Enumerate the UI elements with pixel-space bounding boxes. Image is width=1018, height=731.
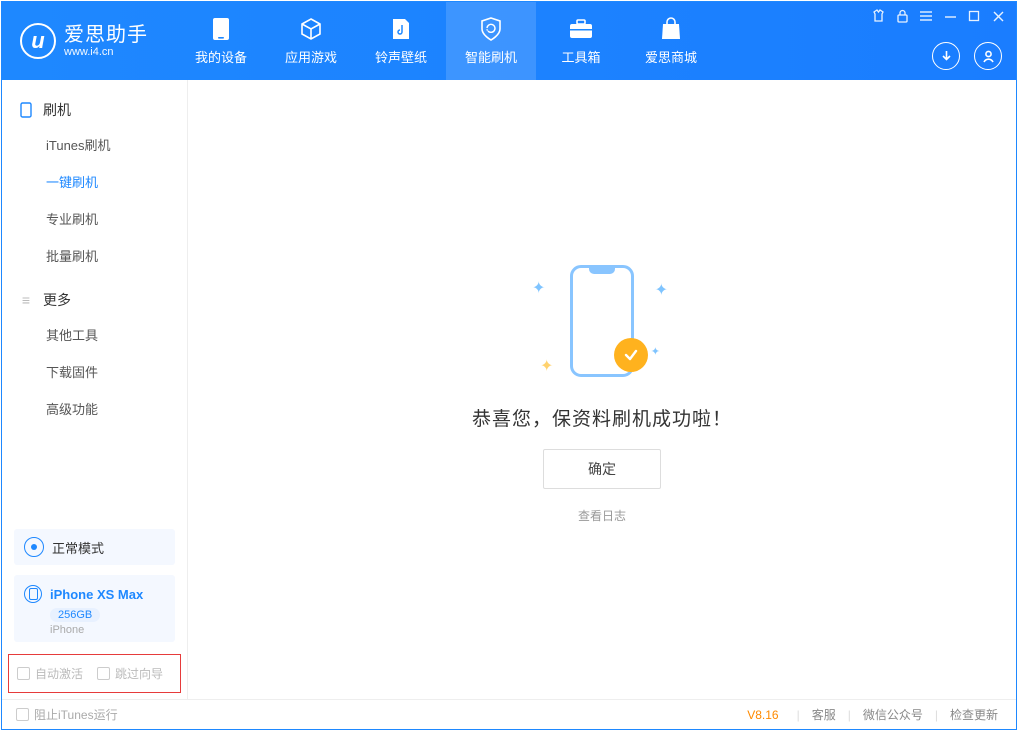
checkbox-block-itunes[interactable]: 阻止iTunes运行 [16,706,118,723]
logo-icon: u [20,23,56,59]
tab-label: 我的设备 [195,47,247,66]
sparkle-icon: ✦ [651,345,660,358]
tab-apps-games[interactable]: 应用游戏 [266,2,356,80]
mode-icon [24,537,44,557]
sparkle-icon: ✦ [532,278,545,298]
tab-store[interactable]: 爱思商城 [626,2,716,80]
checkbox-auto-activate[interactable]: 自动激活 [17,665,83,682]
tab-label: 铃声壁纸 [375,47,427,66]
device-name: iPhone XS Max [50,587,143,602]
sidebar: 刷机 iTunes刷机 一键刷机 专业刷机 批量刷机 ≡ 更多 其他工具 下载固… [2,80,188,699]
app-logo: u 爱思助手 www.i4.cn [20,23,148,59]
checkbox-skip-guide[interactable]: 跳过向导 [97,665,163,682]
sidebar-item-advanced[interactable]: 高级功能 [2,390,187,427]
checkbox-label: 阻止iTunes运行 [34,706,118,723]
menu-icon[interactable] [918,8,934,24]
header-bar: u 爱思助手 www.i4.cn 我的设备 应用游戏 铃声壁纸 智能刷机 [2,2,1016,80]
tab-label: 工具箱 [561,47,600,66]
checkbox-icon [16,708,29,721]
tab-ringtone-wallpaper[interactable]: 铃声壁纸 [356,2,446,80]
app-title: 爱思助手 [64,24,148,46]
tab-my-device[interactable]: 我的设备 [176,2,266,80]
device-mode-box[interactable]: 正常模式 [14,529,175,565]
close-icon[interactable] [990,8,1006,24]
success-message: 恭喜您，保资料刷机成功啦！ [472,404,732,431]
cube-icon [298,16,324,42]
device-icon [208,16,234,42]
device-icon [24,585,42,603]
options-highlight-box: 自动激活 跳过向导 [8,654,181,693]
section-label: 刷机 [43,100,71,120]
device-capacity: 256GB [50,608,100,622]
sidebar-item-oneclick-flash[interactable]: 一键刷机 [2,163,187,200]
success-check-icon [614,338,648,372]
mode-label: 正常模式 [52,538,104,557]
section-label: 更多 [43,290,71,310]
main-content: ✦ ✦ ✦ ✦ 恭喜您，保资料刷机成功啦！ 确定 查看日志 [188,80,1016,699]
device-info-box[interactable]: iPhone XS Max 256GB iPhone [14,575,175,642]
shirt-icon[interactable] [870,8,886,24]
list-icon: ≡ [18,292,34,308]
sidebar-item-other-tools[interactable]: 其他工具 [2,316,187,353]
lock-icon[interactable] [894,8,910,24]
toolbox-icon [568,16,594,42]
sparkle-icon: ✦ [540,356,553,376]
checkbox-label: 自动激活 [35,665,83,682]
bag-icon [658,16,684,42]
user-button[interactable] [974,42,1002,70]
footer-link-wechat[interactable]: 微信公众号 [859,706,927,723]
phone-icon [18,102,34,118]
device-type: iPhone [50,624,165,636]
sidebar-section-flash: 刷机 [2,94,187,126]
success-illustration: ✦ ✦ ✦ ✦ [522,256,682,386]
version-label: V8.16 [747,708,778,722]
sidebar-section-more: ≡ 更多 [2,284,187,316]
footer-link-support[interactable]: 客服 [808,706,840,723]
sidebar-item-batch-flash[interactable]: 批量刷机 [2,237,187,274]
app-subtitle: www.i4.cn [64,46,148,58]
footer-link-update[interactable]: 检查更新 [946,706,1002,723]
tab-toolbox[interactable]: 工具箱 [536,2,626,80]
view-log-link[interactable]: 查看日志 [578,507,626,524]
sidebar-item-download-firmware[interactable]: 下载固件 [2,353,187,390]
maximize-icon[interactable] [966,8,982,24]
sidebar-item-itunes-flash[interactable]: iTunes刷机 [2,126,187,163]
tab-label: 爱思商城 [645,47,697,66]
sidebar-item-pro-flash[interactable]: 专业刷机 [2,200,187,237]
footer-bar: 阻止iTunes运行 V8.16 | 客服 | 微信公众号 | 检查更新 [2,699,1016,729]
checkbox-icon [97,667,110,680]
tab-label: 应用游戏 [285,47,337,66]
checkbox-label: 跳过向导 [115,665,163,682]
ok-button[interactable]: 确定 [543,449,661,489]
tab-smart-flash[interactable]: 智能刷机 [446,2,536,80]
music-file-icon [388,16,414,42]
tab-label: 智能刷机 [465,47,517,66]
download-button[interactable] [932,42,960,70]
shield-refresh-icon [478,16,504,42]
checkbox-icon [17,667,30,680]
sparkle-icon: ✦ [655,280,668,300]
minimize-icon[interactable] [942,8,958,24]
